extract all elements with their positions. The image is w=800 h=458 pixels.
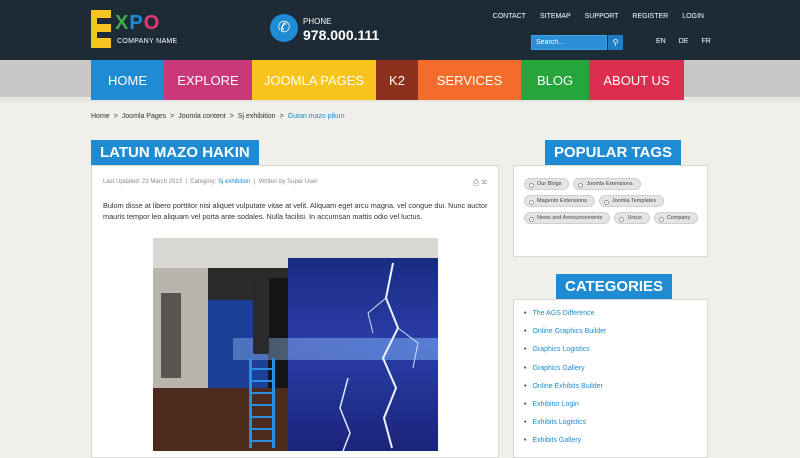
category-item[interactable]: The AGS Difference	[524, 308, 606, 326]
article-body: Bulom disse at libero porttitor nisi ali…	[103, 201, 488, 221]
site-header: XPO COMPANY NAME ✆ PHONE 978.000.111 CON…	[0, 0, 800, 60]
tag-news[interactable]: News and Announcements	[524, 212, 611, 224]
article-updated: Last Updated: 23 March 2013	[103, 179, 183, 185]
top-link-login[interactable]: LOGIN	[682, 13, 704, 20]
phone-icon: ✆	[270, 14, 298, 42]
article-image	[153, 238, 438, 451]
search-icon[interactable]: ⚲	[608, 35, 623, 50]
site-logo[interactable]: XPO COMPANY NAME	[91, 10, 177, 50]
tag-magento-extensions[interactable]: Magento Extensions	[524, 195, 595, 207]
nav-home[interactable]: HOME	[91, 60, 164, 100]
breadcrumb: Home > Joomla Pages > Joomla content > Sj exhi…	[91, 113, 344, 120]
category-item[interactable]: Exhibitor Login	[524, 399, 606, 417]
category-item[interactable]: Online Graphics Builder	[524, 326, 606, 344]
breadcrumb-separator-icon: >	[113, 113, 118, 120]
tag-our-blogs[interactable]: Our Blogs	[524, 178, 570, 190]
category-item[interactable]: Online Exhibits Builder	[524, 381, 606, 399]
top-link-contact[interactable]: CONTACT	[493, 13, 526, 20]
article-author: Written by Super User	[258, 179, 318, 185]
tag-joomla-extensions[interactable]: Joomla Extensions	[573, 178, 641, 190]
category-item[interactable]: Exhibits Logistics	[524, 417, 606, 435]
nav-services[interactable]: SERVICES	[418, 60, 521, 100]
category-item[interactable]: Exhibits Gallery	[524, 435, 606, 453]
article-tools: ⎙ ✉	[473, 178, 487, 188]
nav-k2[interactable]: K2	[376, 60, 418, 100]
breadcrumb-home[interactable]: Home	[91, 113, 110, 120]
nav-explore[interactable]: EXPLORE	[164, 60, 252, 100]
lang-fr[interactable]: FR	[701, 38, 710, 45]
phone-number: 978.000.111	[303, 27, 380, 43]
language-switcher: EN DE FR	[656, 38, 724, 45]
breadcrumb-joomla-content[interactable]: Joomla content	[178, 113, 225, 120]
breadcrumb-sj-exhibition[interactable]: Sj exhibition	[238, 113, 276, 120]
nav-joomla-pages[interactable]: JOOMLA PAGES	[252, 60, 376, 100]
tag-ursus[interactable]: Ursus	[614, 212, 650, 224]
category-item[interactable]: Graphics Gallery	[524, 363, 606, 381]
top-links: CONTACT SITEMAP SUPPORT REGISTER LOGIN	[479, 13, 704, 20]
lang-de[interactable]: DE	[679, 38, 689, 45]
email-icon[interactable]: ✉	[481, 178, 487, 187]
breadcrumb-separator-icon: >	[170, 113, 175, 120]
top-link-sitemap[interactable]: SITEMAP	[540, 13, 571, 20]
breadcrumb-current: Gutan mazo pikun	[287, 113, 345, 120]
popular-tags-title: POPULAR TAGS	[545, 140, 682, 165]
logo-e-mark	[91, 10, 111, 48]
print-icon[interactable]: ⎙	[473, 178, 479, 187]
article-category-link[interactable]: Sj exhibition	[218, 179, 250, 185]
logo-tagline: COMPANY NAME	[117, 38, 178, 45]
phone-label: PHONE	[303, 17, 332, 26]
article-panel: Last Updated: 23 March 2013 | Category: …	[91, 165, 499, 458]
popular-tags-panel: Our Blogs Joomla Extensions Magento Exte…	[513, 165, 708, 257]
categories-panel: The AGS Difference Online Graphics Build…	[513, 299, 708, 458]
nav-about-us[interactable]: ABOUT US	[589, 60, 684, 100]
article-category-label: Category:	[190, 179, 217, 185]
lang-en[interactable]: EN	[656, 38, 666, 45]
article-meta: Last Updated: 23 March 2013 | Category: …	[103, 179, 318, 185]
top-link-register[interactable]: REGISTER	[632, 13, 668, 20]
tag-joomla-templates[interactable]: Joomla Templates	[598, 195, 665, 207]
tag-company[interactable]: Company	[653, 212, 699, 224]
search-input[interactable]	[531, 35, 607, 50]
article-title: LATUN MAZO HAKIN	[91, 140, 259, 165]
breadcrumb-joomla-pages[interactable]: Joomla Pages	[122, 113, 166, 120]
main-nav: HOME EXPLORE JOOMLA PAGES K2 SERVICES BL…	[91, 60, 684, 100]
top-link-support[interactable]: SUPPORT	[585, 13, 619, 20]
tag-list: Our Blogs Joomla Extensions Magento Exte…	[524, 178, 704, 224]
logo-wordmark: XPO	[115, 12, 161, 34]
nav-blog[interactable]: BLOG	[521, 60, 589, 100]
breadcrumb-separator-icon: >	[279, 113, 284, 120]
breadcrumb-separator-icon: >	[229, 113, 234, 120]
categories-title: CATEGORIES	[556, 274, 673, 299]
category-item[interactable]: Graphics Logistics	[524, 344, 606, 362]
category-list: The AGS Difference Online Graphics Build…	[524, 308, 606, 454]
